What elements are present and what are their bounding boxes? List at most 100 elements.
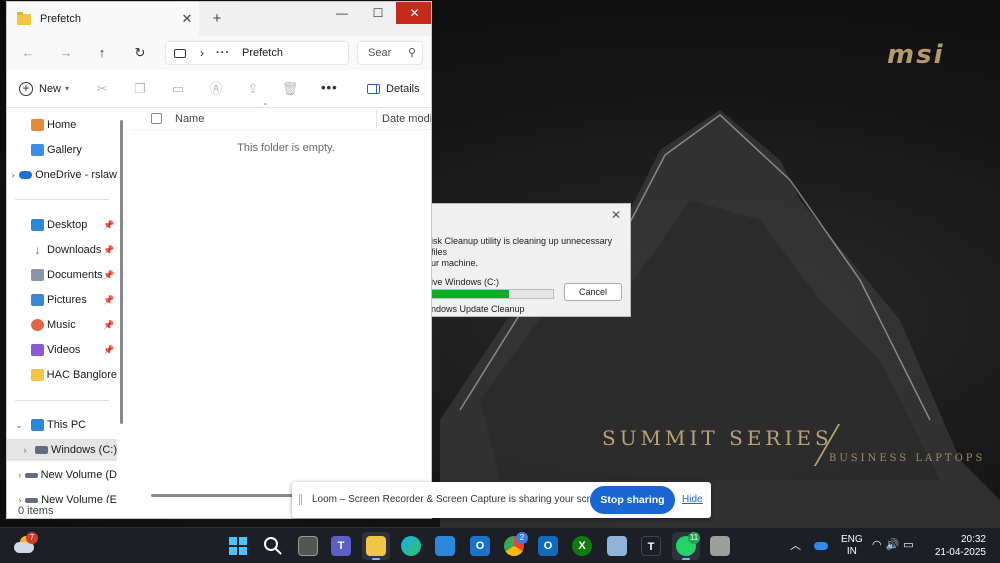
copy-icon[interactable]: ❐	[131, 80, 149, 98]
chevron-right-icon[interactable]: ›	[7, 170, 19, 180]
summit-series-text: SUMMIT SERIES	[602, 426, 833, 450]
nav-item-onedrive[interactable]: › OneDrive - rslaw	[7, 164, 117, 186]
tab-close-icon[interactable]: ✕	[179, 11, 195, 27]
chevron-right-icon[interactable]: ›	[15, 445, 35, 455]
wifi-volume-battery-icons[interactable]: ◠🔊▭	[872, 538, 918, 563]
whatsapp-button[interactable]: 11	[672, 532, 700, 560]
nav-item-new-volume-d[interactable]: › New Volume (D	[7, 464, 117, 486]
horizontal-scrollbar[interactable]	[151, 494, 301, 497]
back-icon[interactable]: ←	[19, 44, 37, 62]
nav-label: Music	[47, 319, 76, 331]
pin-icon: 📌	[103, 319, 115, 330]
new-button[interactable]: + New ▾	[19, 80, 69, 98]
teams-button[interactable]: T	[327, 532, 355, 560]
chevron-right-icon[interactable]: ›	[200, 46, 204, 60]
nav-item-documents[interactable]: Documents 📌	[7, 264, 117, 286]
start-button[interactable]	[224, 532, 252, 560]
more-icon[interactable]: •••	[321, 80, 338, 95]
drag-handle-icon[interactable]	[299, 494, 302, 505]
dialog-close-icon[interactable]: ✕	[611, 208, 621, 222]
maximize-button[interactable]: ☐	[360, 2, 396, 24]
nav-label: Gallery	[47, 144, 82, 156]
store-icon	[435, 536, 455, 556]
outlook-icon: O	[470, 536, 490, 556]
address-bar[interactable]: › ··· Prefetch	[165, 41, 349, 65]
store-button[interactable]	[431, 532, 459, 560]
lang-bottom: IN	[846, 546, 857, 557]
refresh-icon[interactable]: ↻	[131, 44, 149, 62]
search-placeholder: Sear	[368, 47, 392, 59]
close-button[interactable]: ✕	[396, 2, 431, 24]
address-bar-row: ← → ↑ ↻ › ··· Prefetch Sear ⚲	[7, 36, 431, 70]
nav-item-pictures[interactable]: Pictures 📌	[7, 289, 117, 311]
nav-item-new-volume-e[interactable]: › New Volume (E	[7, 489, 117, 503]
nav-scrollbar[interactable]	[120, 120, 123, 424]
minimize-button[interactable]: —	[324, 2, 360, 24]
chevron-up-icon[interactable]: ︿	[790, 537, 801, 563]
nav-item-home[interactable]: Home	[7, 114, 117, 136]
file-explorer-taskbar-button[interactable]	[362, 532, 390, 560]
teams-icon: T	[331, 536, 351, 556]
forward-icon[interactable]: →	[57, 44, 75, 62]
nav-item-videos[interactable]: Videos 📌	[7, 339, 117, 361]
search-input[interactable]: Sear ⚲	[357, 41, 423, 65]
nav-label: New Volume (D	[40, 469, 117, 481]
paste-icon[interactable]: ▭	[169, 80, 187, 98]
cut-icon[interactable]: ✂	[93, 80, 111, 98]
nav-item-desktop[interactable]: Desktop 📌	[7, 214, 117, 236]
file-list: ⌃ Name Date modified This folder is empt…	[131, 102, 431, 503]
share-icon[interactable]: ⇪	[244, 80, 262, 98]
chrome-button[interactable]: 2	[500, 532, 528, 560]
nav-item-windows-c[interactable]: › Windows (C:)	[7, 439, 117, 461]
folder-icon	[17, 11, 31, 25]
nav-item-gallery[interactable]: Gallery	[7, 139, 117, 161]
cleanup-message: isk Cleanup utility is cleaning up unnec…	[431, 236, 613, 268]
language-indicator[interactable]: ENG IN	[841, 534, 863, 563]
disk-cleanup-taskbar-button[interactable]	[706, 532, 734, 560]
nav-label: Videos	[47, 344, 81, 356]
search-taskbar-button[interactable]	[259, 532, 287, 560]
hide-link[interactable]: Hide	[682, 494, 703, 505]
outlook-new-button[interactable]: O	[534, 532, 562, 560]
clock[interactable]: 20:32 21-04-2025	[934, 533, 986, 563]
xbox-button[interactable]: X	[568, 532, 596, 560]
home-icon	[31, 119, 44, 131]
breadcrumb-overflow-icon[interactable]: ···	[216, 47, 230, 59]
tab-prefetch[interactable]: Prefetch ✕	[7, 2, 199, 36]
onedrive-tray-icon[interactable]	[814, 542, 828, 550]
chevron-right-icon[interactable]: ›	[15, 495, 25, 503]
column-name[interactable]: Name	[175, 113, 204, 125]
delete-icon[interactable]: 🗑	[281, 80, 299, 98]
select-all-checkbox[interactable]	[151, 113, 162, 124]
outlook-button[interactable]: O	[466, 532, 494, 560]
nav-item-music[interactable]: Music 📌	[7, 314, 117, 336]
nav-label: Home	[47, 119, 77, 131]
cancel-button[interactable]: Cancel	[564, 283, 622, 301]
weather-widget[interactable]: 7	[14, 532, 38, 556]
task-view-button[interactable]	[294, 532, 322, 560]
nav-label: Documents	[47, 269, 103, 281]
chevron-right-icon[interactable]: ›	[15, 470, 25, 480]
details-button[interactable]: Details	[367, 80, 420, 98]
tradingview-icon: T	[641, 536, 661, 556]
photos-button[interactable]	[603, 532, 631, 560]
tradingview-button[interactable]: T	[637, 532, 665, 560]
details-label: Details	[386, 83, 420, 95]
clock-date: 21-04-2025	[934, 547, 986, 558]
column-divider[interactable]	[376, 110, 377, 128]
pin-icon: 📌	[103, 344, 115, 355]
nav-item-hac-banglore[interactable]: HAC Banglore	[7, 364, 117, 386]
up-icon[interactable]: ↑	[93, 44, 111, 62]
edge-button[interactable]	[397, 532, 425, 560]
chevron-down-icon[interactable]: ⌄	[7, 420, 31, 431]
folder-icon	[366, 536, 386, 556]
new-tab-icon[interactable]: +	[209, 11, 225, 27]
column-date-modified[interactable]: Date modified	[382, 113, 431, 125]
nav-item-this-pc[interactable]: ⌄ This PC	[7, 414, 117, 436]
windows-icon	[229, 537, 247, 555]
rename-icon[interactable]: Ⓐ	[207, 80, 225, 98]
nav-item-downloads[interactable]: ↓ Downloads 📌	[7, 239, 117, 261]
breadcrumb-current[interactable]: Prefetch	[242, 47, 283, 59]
stop-sharing-button[interactable]: Stop sharing	[590, 486, 675, 514]
new-label: New	[39, 83, 62, 95]
